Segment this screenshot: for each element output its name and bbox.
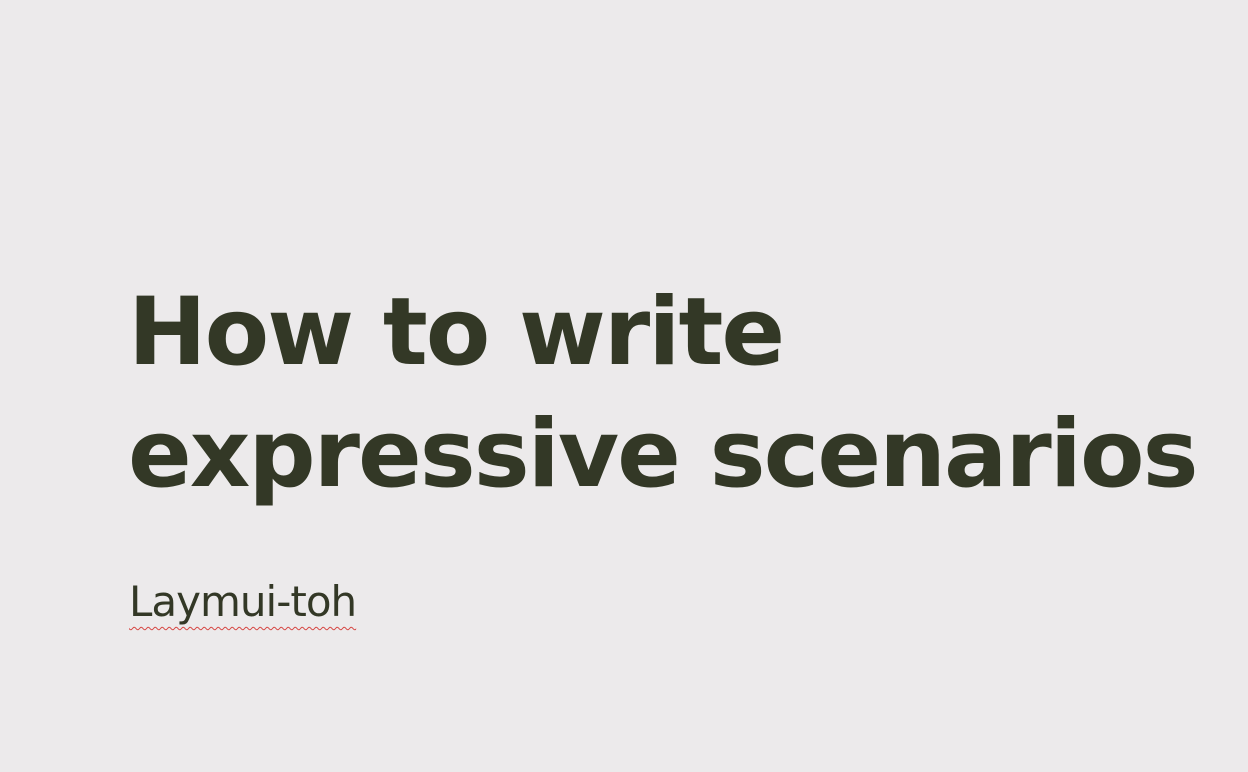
title-slide: How to write expressive scenarios Laymui… [0,0,1248,772]
slide-subtitle[interactable]: Laymui-toh [129,574,357,630]
slide-title-line-2: expressive scenarios [128,400,1199,509]
slide-title[interactable]: How to write expressive scenarios [128,272,1199,516]
slide-title-line-1: How to write [128,278,785,387]
